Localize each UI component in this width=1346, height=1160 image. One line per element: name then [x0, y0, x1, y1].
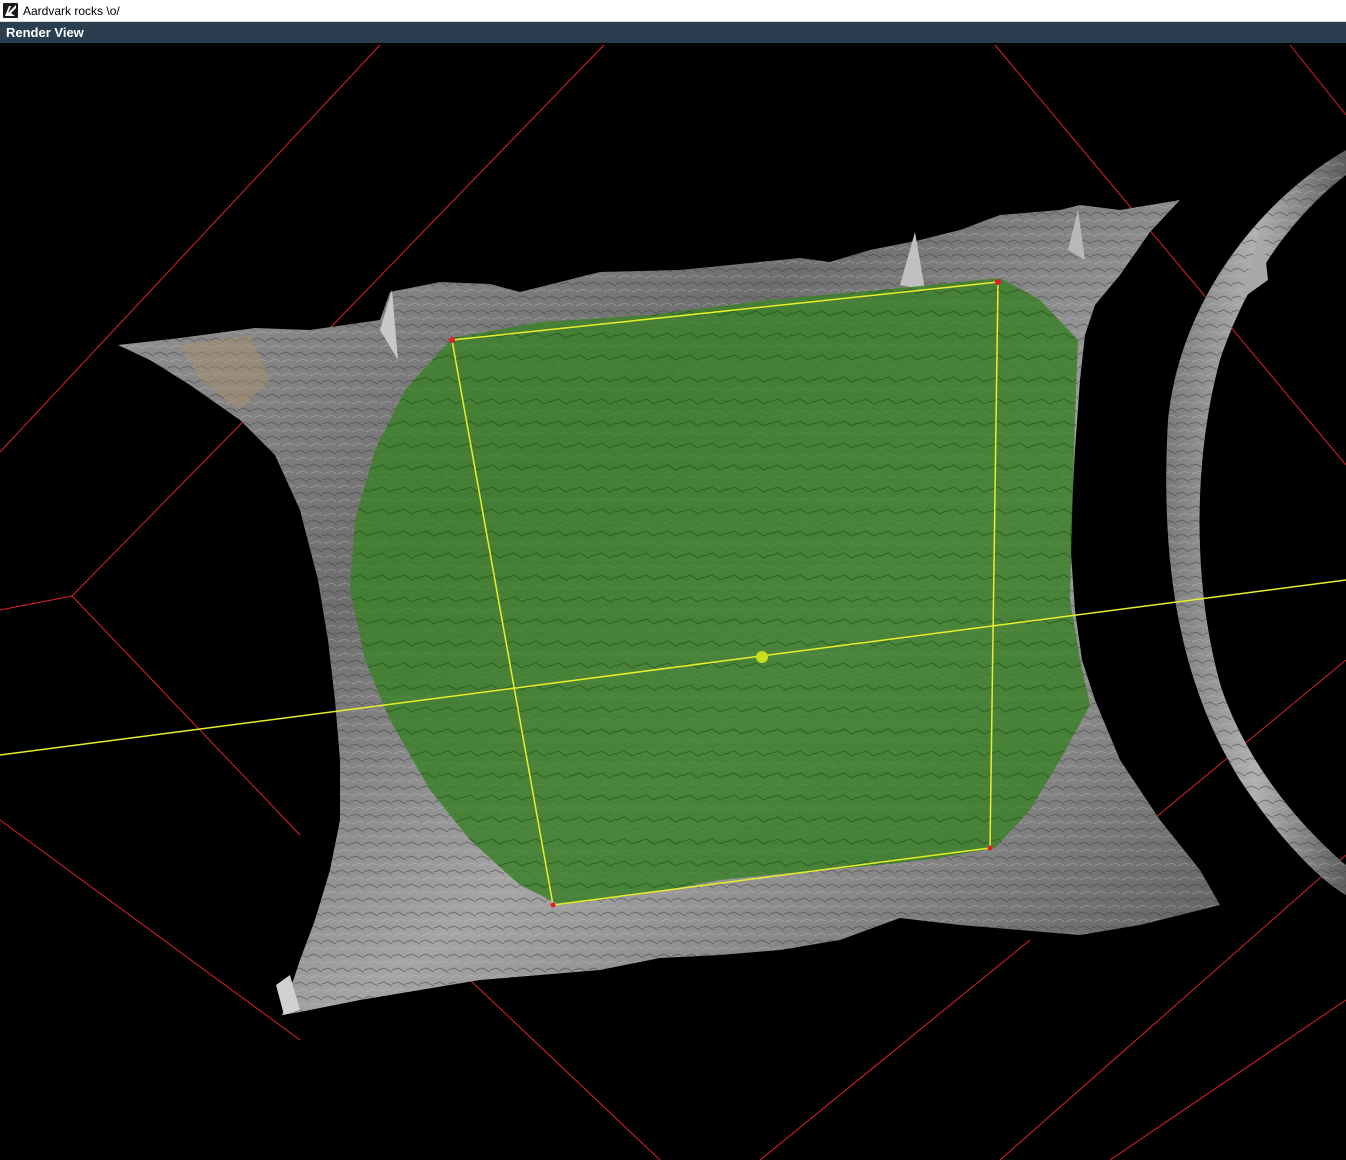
render-view-header: Render View [0, 22, 1346, 43]
grid-line [469, 979, 661, 1160]
vertex-handle-icon[interactable] [550, 902, 556, 908]
scene-svg[interactable] [0, 43, 1346, 1160]
grid-line [1289, 44, 1346, 116]
selection-region[interactable] [350, 278, 1090, 905]
window-titlebar: Aardvark rocks \o/ [0, 0, 1346, 22]
grid-line [0, 819, 301, 1041]
vertex-handle-icon[interactable] [995, 279, 1001, 285]
grid-line [0, 595, 73, 611]
grid-line [759, 939, 1031, 1160]
center-handle-icon[interactable] [756, 651, 768, 663]
grid-line [1109, 999, 1346, 1160]
vertex-handle-icon[interactable] [449, 337, 455, 343]
window-title: Aardvark rocks \o/ [23, 4, 120, 18]
vertex-handle-icon[interactable] [987, 845, 993, 851]
render-view-canvas[interactable] [0, 43, 1346, 1160]
panel-title: Render View [6, 25, 84, 40]
grid-line [71, 595, 301, 836]
aardvark-logo-icon [3, 3, 18, 18]
